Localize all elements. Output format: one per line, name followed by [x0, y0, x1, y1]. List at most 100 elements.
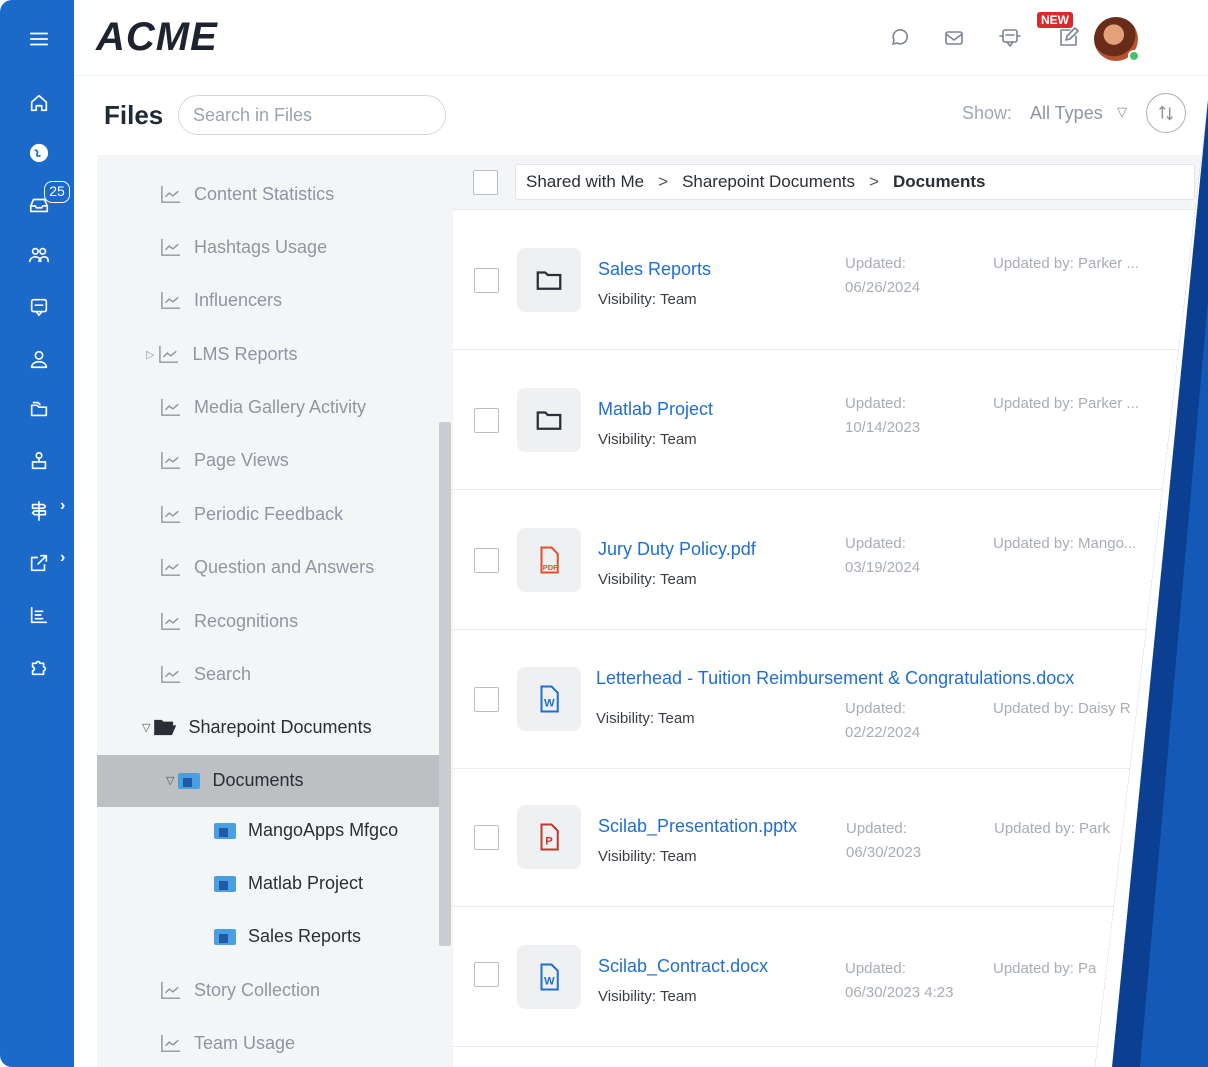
message-icon[interactable]: [996, 24, 1024, 52]
file-row[interactable]: P Scilab_Presentation.pptx Visibility: T…: [453, 768, 1208, 907]
sharepoint-folder-icon: [214, 874, 236, 892]
breadcrumb: Shared with Me > Sharepoint Documents > …: [515, 164, 1195, 200]
chart-icon: [161, 238, 181, 256]
tree-item-story-collection[interactable]: Story Collection: [160, 970, 320, 1010]
chart-icon: [161, 612, 181, 630]
updated-by: Updated by: Parker ...: [993, 395, 1139, 412]
chevron-right-icon: ›: [60, 497, 66, 514]
tree-item-recognitions[interactable]: Recognitions: [160, 601, 298, 641]
updated-label: Updated:: [845, 700, 906, 717]
tree-item-documents[interactable]: ▽ Documents: [166, 760, 304, 800]
collapse-triangle-icon[interactable]: ▽: [142, 721, 150, 734]
chart-icon: [161, 505, 181, 523]
file-name-link[interactable]: Matlab Project: [598, 399, 713, 420]
tree-item-sales-reports[interactable]: Sales Reports: [214, 916, 361, 956]
row-checkbox[interactable]: [474, 408, 499, 433]
org-chart-icon[interactable]: [22, 444, 56, 478]
chart-icon: [161, 398, 181, 416]
caret-down-icon[interactable]: ▽: [1117, 104, 1127, 120]
updated-date: 06/26/2024: [845, 279, 921, 296]
tree-item-sharepoint-documents[interactable]: ▽ Sharepoint Documents: [142, 707, 372, 747]
row-checkbox[interactable]: [474, 825, 499, 850]
hamburger-menu-icon[interactable]: [22, 22, 56, 56]
collapse-triangle-icon[interactable]: ▽: [166, 774, 174, 787]
tree-item-content-statistics[interactable]: Content Statistics: [160, 174, 334, 214]
tree-item-search[interactable]: Search: [160, 654, 251, 694]
puzzle-icon[interactable]: [22, 650, 56, 684]
chat-icon[interactable]: [886, 24, 914, 52]
pdf-file-icon: PDF: [517, 528, 581, 592]
file-visibility: Visibility: Team: [598, 988, 697, 1005]
row-checkbox[interactable]: [474, 962, 499, 987]
updated-by: Updated by: Daisy R: [993, 700, 1131, 717]
type-filter-dropdown[interactable]: All Types: [1030, 103, 1103, 124]
file-visibility: Visibility: Team: [596, 710, 695, 727]
file-row[interactable]: PDF Jury Duty Policy.pdf Visibility: Tea…: [453, 491, 1208, 630]
compose-icon[interactable]: [1054, 24, 1082, 52]
show-label: Show:: [962, 103, 1013, 123]
tree-item-lms-reports[interactable]: ▷ LMS Reports: [146, 334, 298, 374]
svg-text:W: W: [544, 698, 555, 710]
user-icon[interactable]: [22, 342, 56, 376]
people-icon[interactable]: [22, 238, 56, 272]
tree-item-page-views[interactable]: Page Views: [160, 440, 289, 480]
external-link-icon[interactable]: [22, 546, 56, 580]
chart-icon: [161, 558, 181, 576]
tree-item-mangoapps-mfgco[interactable]: MangoApps Mfgco: [214, 810, 398, 850]
new-badge: NEW: [1037, 12, 1073, 28]
file-row[interactable]: W Scilab_Contract.docx Visibility: Team …: [453, 908, 1208, 1047]
file-name-link[interactable]: Sales Reports: [598, 259, 711, 280]
tree-item-periodic-feedback[interactable]: Periodic Feedback: [160, 494, 343, 534]
tree-item-influencers[interactable]: Influencers: [160, 280, 282, 320]
file-visibility: Visibility: Team: [598, 571, 697, 588]
file-name-link[interactable]: Scilab_Presentation.pptx: [598, 816, 797, 837]
chart-icon: [161, 291, 181, 309]
page-title: Files: [104, 100, 164, 130]
updated-date: 10/14/2023: [845, 419, 921, 436]
updated-by: Updated by: Pa: [993, 960, 1097, 977]
tree-item-question-and-answers[interactable]: Question and Answers: [160, 547, 374, 587]
breadcrumb-shared-with-me[interactable]: Shared with Me: [526, 172, 644, 192]
chat-bubble-icon[interactable]: [22, 290, 56, 324]
mail-icon[interactable]: [940, 24, 968, 52]
breadcrumb-sharepoint-documents[interactable]: Sharepoint Documents: [682, 172, 855, 192]
list-icon[interactable]: [22, 598, 56, 632]
svg-text:P: P: [545, 836, 553, 848]
file-visibility: Visibility: Team: [598, 291, 697, 308]
logo-text: ACME: [96, 14, 218, 59]
folders-icon[interactable]: [22, 392, 56, 426]
globe-icon[interactable]: [22, 136, 56, 170]
tree-scrollbar[interactable]: [439, 422, 451, 946]
row-checkbox[interactable]: [474, 548, 499, 573]
file-visibility: Visibility: Team: [598, 848, 697, 865]
powerpoint-file-icon: P: [517, 805, 581, 869]
tree-item-hashtags-usage[interactable]: Hashtags Usage: [160, 227, 327, 267]
tree-item-matlab-project[interactable]: Matlab Project: [214, 863, 363, 903]
home-icon[interactable]: [22, 86, 56, 120]
file-row[interactable]: Matlab Project Visibility: Team Updated:…: [453, 351, 1208, 490]
file-name-link[interactable]: Scilab_Contract.docx: [598, 956, 768, 977]
row-checkbox[interactable]: [474, 687, 499, 712]
online-status-dot: [1128, 50, 1140, 62]
row-checkbox[interactable]: [474, 268, 499, 293]
signpost-icon[interactable]: [22, 494, 56, 528]
file-name-link[interactable]: Jury Duty Policy.pdf: [598, 539, 756, 560]
sharepoint-folder-icon: [214, 821, 236, 839]
chart-icon: [161, 665, 181, 683]
file-row[interactable]: Sales Reports Visibility: Team Updated: …: [453, 211, 1208, 350]
acme-logo[interactable]: ACME: [96, 14, 218, 60]
chevron-right-icon: ›: [60, 549, 66, 566]
tree-item-team-usage[interactable]: Team Usage: [160, 1023, 295, 1063]
sort-button[interactable]: [1146, 93, 1186, 133]
word-file-icon: W: [517, 945, 581, 1009]
search-input[interactable]: [178, 95, 446, 135]
file-name-link[interactable]: Letterhead - Tuition Reimbursement & Con…: [596, 668, 1074, 689]
chart-icon: [159, 345, 179, 363]
file-row[interactable]: W Letterhead - Tuition Reimbursement & C…: [453, 630, 1208, 769]
tree-item-media-gallery-activity[interactable]: Media Gallery Activity: [160, 387, 366, 427]
updated-date: 06/30/2023 4:23: [845, 984, 954, 1001]
expand-triangle-icon[interactable]: ▷: [146, 348, 154, 361]
breadcrumb-separator-icon: >: [658, 172, 669, 191]
svg-text:PDF: PDF: [543, 563, 558, 572]
select-all-checkbox[interactable]: [473, 170, 498, 195]
